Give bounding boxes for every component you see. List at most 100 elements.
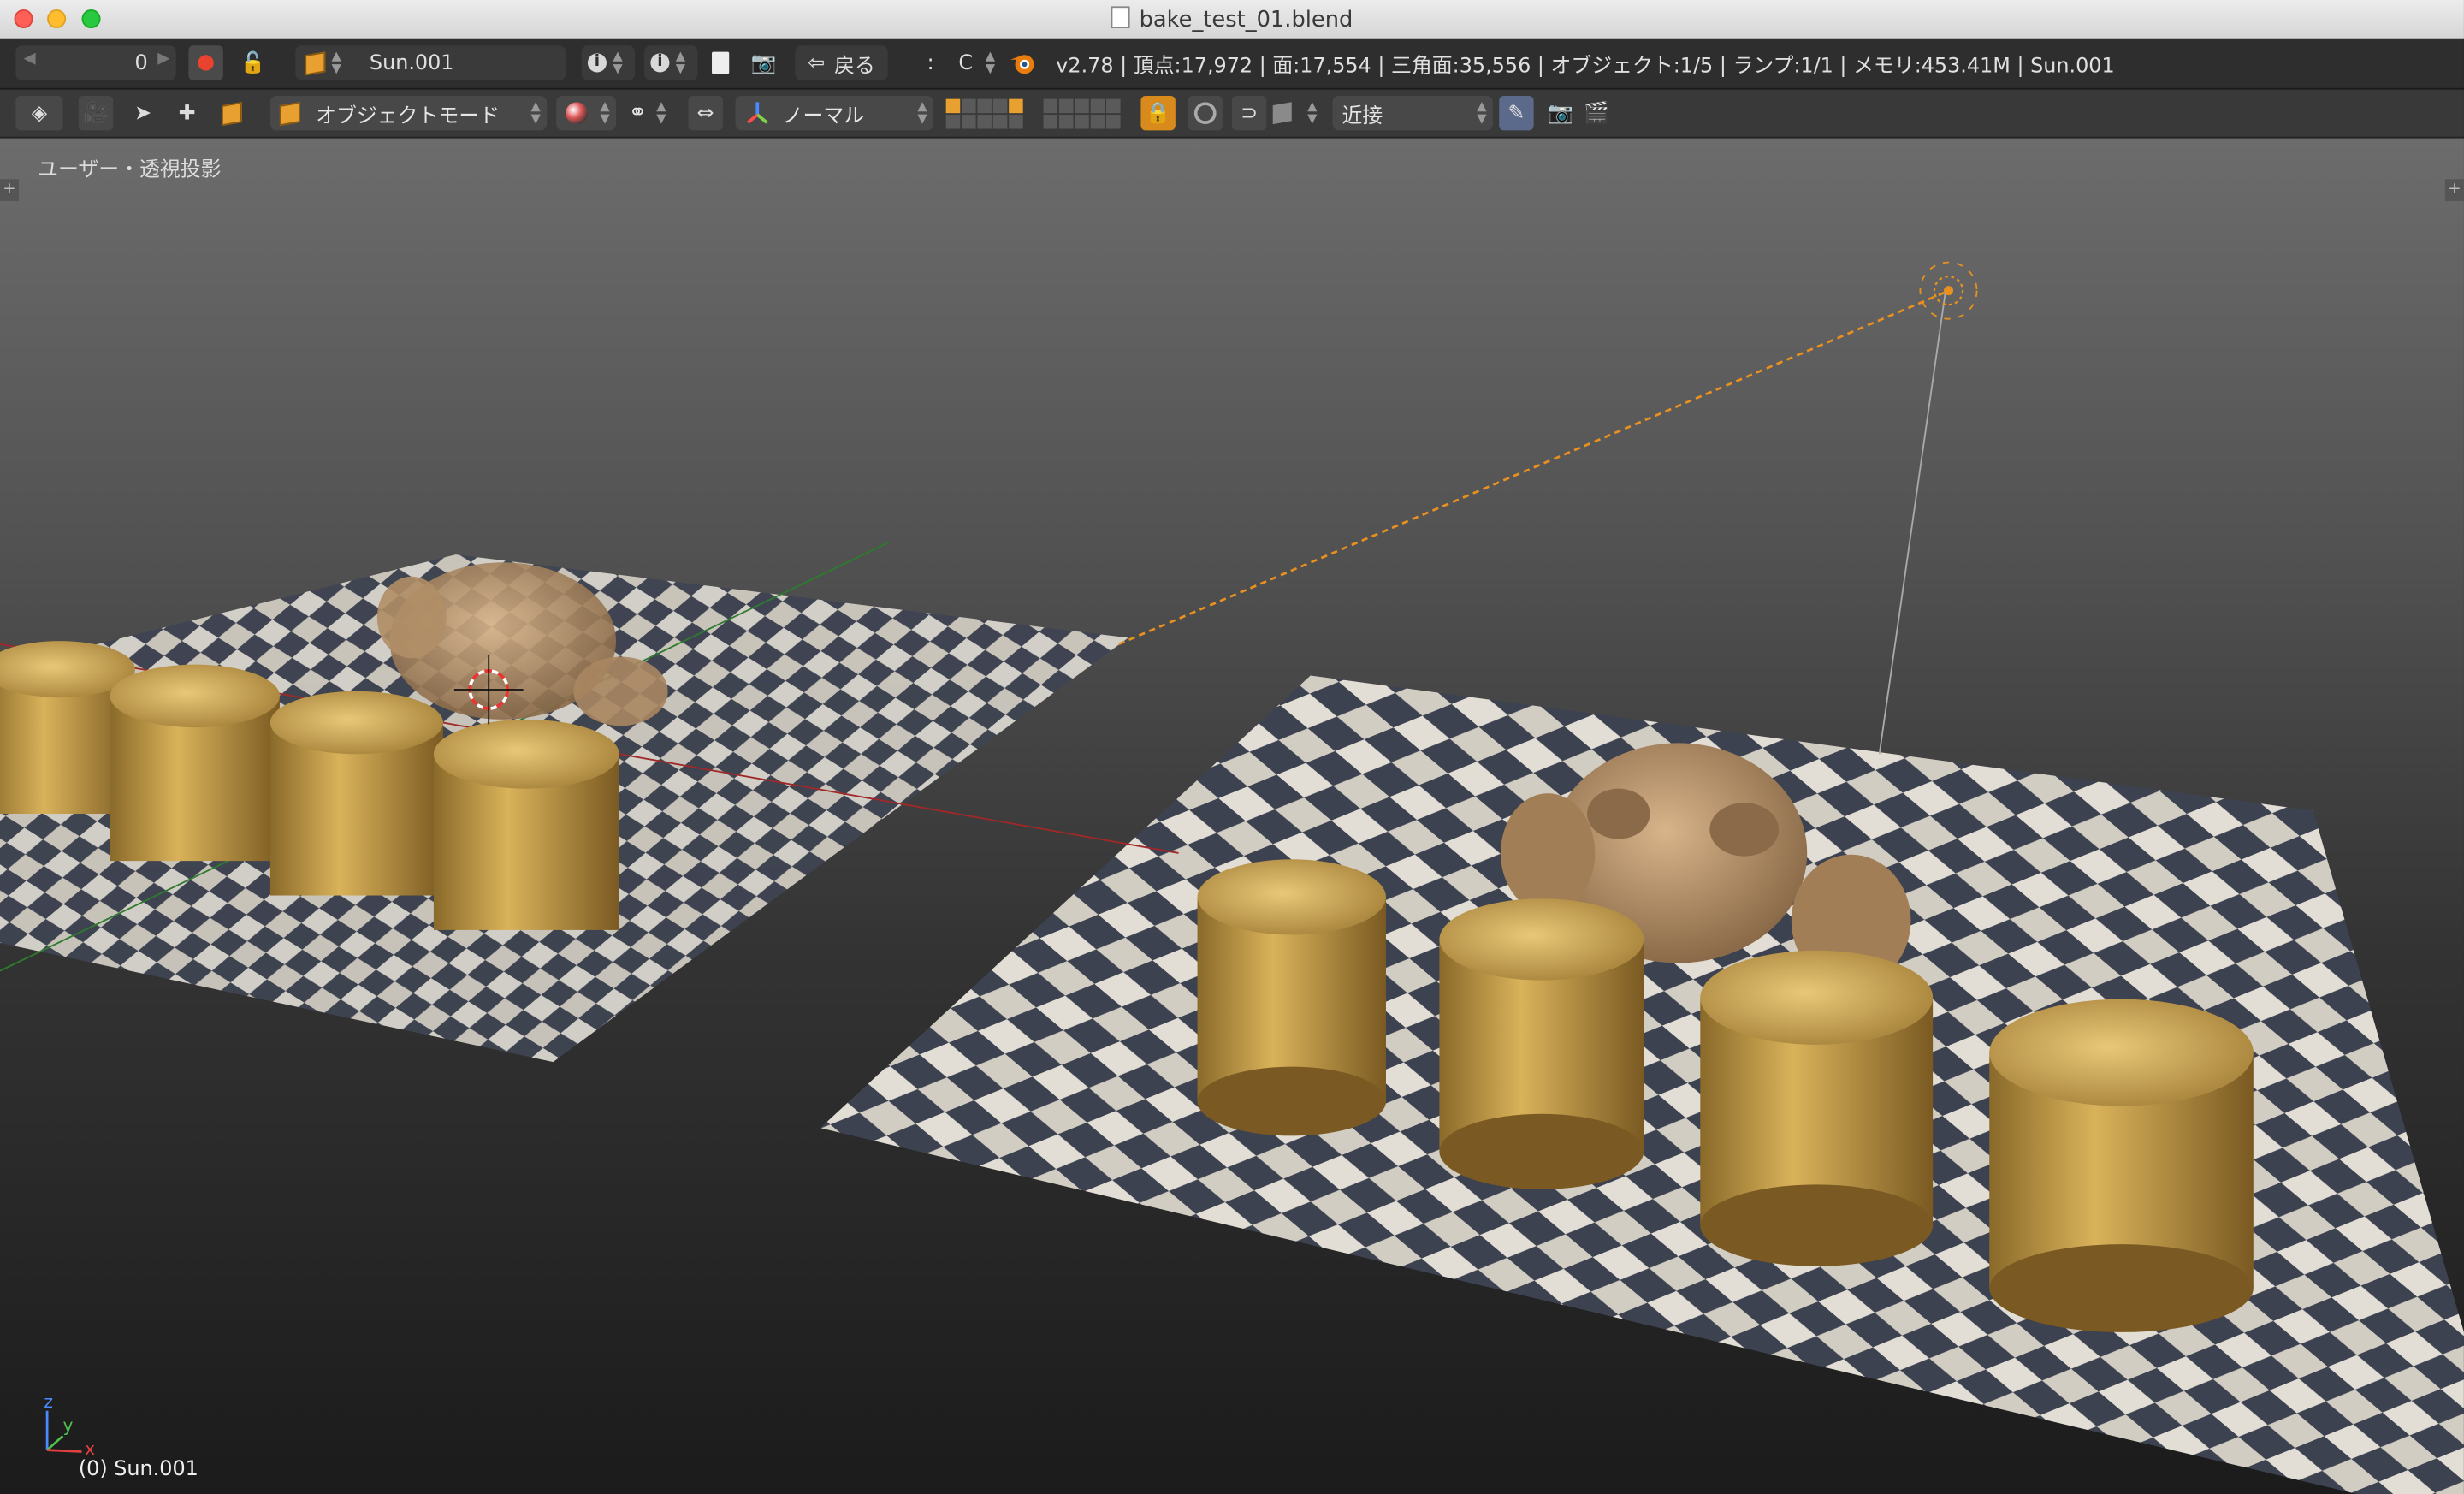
info-updown-icon-2: ▲ ▼ [675, 48, 686, 76]
editor-type-button[interactable]: ◈ [15, 95, 63, 131]
snap-target-label: 近接 [1342, 104, 1383, 128]
scene-statistics: v2.78 | 頂点:17,972 | 面:17,554 | 三角面:35,55… [1056, 54, 2115, 78]
layer-grid-icon [945, 98, 1023, 128]
sun-direction-line [1118, 291, 1946, 646]
keying-set-button[interactable]: 🔓 [236, 45, 270, 80]
mode-updown-icon: ▲ ▼ [530, 98, 541, 126]
view-menu-button[interactable]: 🎥 [78, 95, 114, 131]
window-title: bake_test_01.blend [1139, 8, 1353, 33]
render-image-button[interactable]: 📷 [1543, 96, 1578, 130]
add-menu-button[interactable]: ✚ [169, 96, 204, 130]
blender-frame: bake_test_01.blend ◀ 0 ▶ 🔓 ▲ ▼ Sun.001 i ▲… [0, 0, 2464, 1494]
current-frame-value: 0 [134, 50, 148, 75]
snap-element-updown-icon: ▲ ▼ [1307, 98, 1318, 126]
mode-cube-icon [279, 101, 300, 126]
tool-shelf-toggle[interactable]: + [0, 179, 20, 202]
camera-view-icon: 🎥 [83, 101, 109, 125]
record-icon [198, 55, 214, 71]
render-screenshot-button[interactable]: 📷 [746, 45, 780, 80]
frame-increment-arrow-icon[interactable]: ▶ [157, 50, 169, 68]
undo-button[interactable]: ⇦ 戻る [795, 45, 888, 80]
lock-camera-layers-toggle[interactable]: 🔒 [1140, 95, 1176, 131]
active-object-label: (0) Sun.001 [78, 1457, 198, 1482]
render-animation-button[interactable]: 🎬 [1579, 96, 1614, 130]
snap-toggle[interactable]: ⊃ [1231, 95, 1267, 131]
pivot-point-icon: ⚭ [628, 100, 648, 126]
axis-z-label: z [44, 1391, 53, 1412]
snap-element-cube-icon [1272, 102, 1292, 125]
properties-shelf-toggle[interactable]: + [2444, 179, 2464, 202]
current-frame-field[interactable]: ◀ 0 ▶ [15, 45, 176, 80]
render-camera-icon: 📷 [1547, 101, 1573, 125]
info-icon-2: i [650, 53, 670, 73]
info-updown-icon: ▲ ▼ [613, 48, 623, 76]
magnet-icon: ⊃ [1241, 101, 1259, 125]
document-icon-2 [711, 51, 729, 74]
3d-viewport[interactable]: z y x ユーザー・透視投影 + + (0) Sun.001 [0, 138, 2464, 1494]
brush-icon: ✎ [1507, 101, 1525, 125]
axis-y-label: y [62, 1415, 73, 1436]
info-menu-button-2[interactable]: i ▲ ▼ [644, 45, 698, 80]
viewport-shading-dropdown[interactable]: ▲ ▼ [556, 95, 616, 131]
snap-target-updown-icon: ▲ ▼ [1477, 98, 1487, 126]
cursor-arrow-icon: ➤ [134, 101, 152, 125]
proportional-circle-icon [1194, 102, 1217, 125]
object-menu-button[interactable] [214, 96, 248, 130]
orientation-updown-icon: ▲ ▼ [917, 98, 927, 126]
scene-updown-icon: ▲ ▼ [331, 48, 341, 76]
document-icon [1111, 6, 1130, 29]
view-perspective-label: ユーザー・透視投影 [38, 158, 222, 182]
info-icon: i [587, 53, 607, 73]
new-file-button[interactable] [702, 45, 737, 80]
pivot-point-dropdown[interactable]: ⚭ ▲ ▼ [629, 96, 685, 130]
pivot-updown-icon: ▲ ▼ [656, 98, 666, 126]
transform-orientation-label: ノーマル [782, 104, 865, 128]
interaction-mode-label: オブジェクトモード [316, 104, 500, 128]
shading-updown-icon: ▲ ▼ [600, 98, 610, 126]
scene-selector[interactable]: ▲ ▼ Sun.001 [295, 45, 566, 80]
axis-x-label: x [85, 1438, 95, 1459]
render-engine-selector[interactable]: C ▲ ▼ [958, 45, 1001, 80]
record-button[interactable] [188, 45, 223, 80]
render-engine-short: C [958, 50, 974, 75]
separator-colon: : [927, 50, 934, 75]
clapper-icon: 🎬 [1584, 101, 1609, 125]
select-menu-button[interactable]: ➤ [126, 96, 160, 130]
axis-gizmo: z y x [44, 1391, 95, 1459]
interaction-mode-dropdown[interactable]: オブジェクトモード ▲ ▼ [270, 95, 548, 131]
plus-icon: ✚ [178, 101, 196, 125]
proportional-edit-toggle[interactable] [1188, 95, 1223, 131]
lock-icon: 🔒 [1145, 101, 1171, 125]
object-cube-icon [305, 50, 326, 75]
sun-lamp[interactable] [1919, 261, 1978, 320]
keyframe-lock-icon: 🔓 [240, 50, 266, 75]
manipulator-arrows-icon: ⇔ [696, 101, 714, 125]
layer-buttons-b[interactable] [1043, 96, 1121, 130]
viewport-header: ◈ 🎥 ➤ ✚ オブジェクトモード ▲ ▼ ▲ ▼ ⚭ ▲ ▼ ⇔ ノーマル ▲ ▼ [0, 89, 2464, 139]
blender-logo-icon [1009, 45, 1037, 80]
opengl-render-button[interactable]: ✎ [1499, 95, 1534, 131]
info-menu-button[interactable]: i ▲ ▼ [581, 45, 636, 80]
app-window: bake_test_01.blend ◀ 0 ▶ 🔓 ▲ ▼ Sun.001 i ▲… [0, 0, 2464, 1494]
transform-orientation-dropdown[interactable]: ノーマル ▲ ▼ [735, 95, 933, 131]
layer-buttons-a[interactable] [945, 96, 1023, 130]
snap-element-dropdown[interactable]: ▲ ▼ [1272, 96, 1330, 130]
object-menu-cube-icon [221, 101, 241, 126]
scene-name: Sun.001 [369, 50, 454, 75]
sun-height-line [1878, 292, 1946, 755]
screenshot-camera-icon: 📷 [750, 50, 777, 75]
info-header: ◀ 0 ▶ 🔓 ▲ ▼ Sun.001 i ▲ ▼ i ▲ ▼ 📷 ⇦ 戻る : C ▲ ▼ v… [0, 39, 2464, 90]
undo-label: 戻る [834, 54, 875, 78]
engine-updown-icon: ▲ ▼ [985, 48, 996, 76]
scene-render: z y x [0, 261, 2464, 1494]
title-bar: bake_test_01.blend [0, 0, 2464, 39]
shading-sphere-icon [566, 102, 588, 125]
transform-axis-icon [747, 102, 768, 124]
view3d-editor-icon: ◈ [31, 101, 48, 125]
window-title-group: bake_test_01.blend [0, 6, 2464, 33]
snap-target-dropdown[interactable]: 近接 ▲ ▼ [1332, 95, 1493, 131]
frame-decrement-arrow-icon[interactable]: ◀ [24, 50, 36, 68]
undo-arrow-icon: ⇦ [808, 50, 826, 75]
manipulator-toggle[interactable]: ⇔ [688, 95, 723, 131]
layer-grid-icon-2 [1043, 98, 1121, 128]
